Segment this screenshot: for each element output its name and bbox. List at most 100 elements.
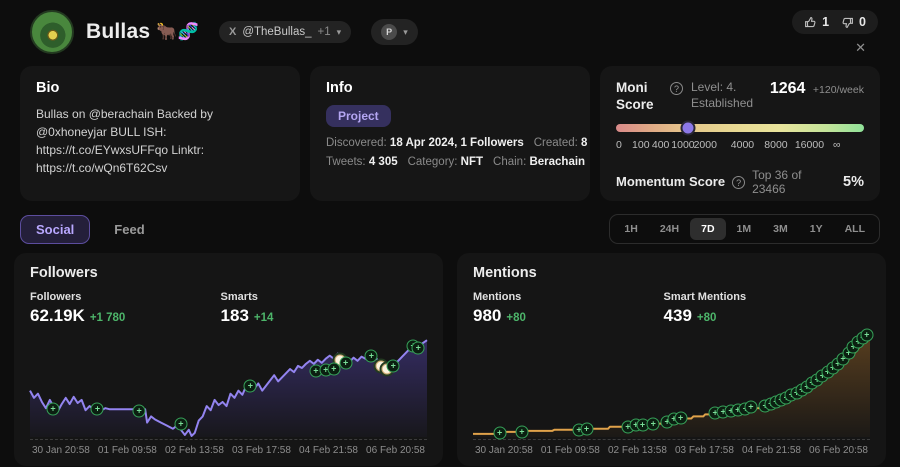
x-tick-label: 02 Feb 13:58 [608,445,667,456]
stat-delta: +1 780 [90,312,126,324]
event-plus-marker[interactable]: + [47,403,60,416]
profile-avatar [30,10,74,54]
charts-row: Followers Followers 62.19K +1 780 Smarts183… [14,253,886,466]
range-button-1h[interactable]: 1H [613,218,648,240]
moni-score-delta: +120/week [813,84,864,96]
downvote-count: 0 [859,15,866,29]
range-button-1y[interactable]: 1Y [799,218,834,240]
thumbs-up-icon [804,16,817,29]
x-tick-label: 30 Jan 20:58 [475,445,533,456]
chart-title: Followers [30,265,427,281]
info-fields: Discovered: 18 Apr 2024, 1 FollowersCrea… [326,137,574,168]
event-plus-marker[interactable]: + [133,405,146,418]
tab-social[interactable]: Social [20,215,90,244]
info-cards-row: Bio Bullas on @berachain Backed by @0xho… [20,66,880,201]
event-plus-marker[interactable]: + [387,359,400,372]
moni-score-scale: 0100400100020004000800016000∞ [616,139,864,152]
range-button-7d[interactable]: 7D [690,218,725,240]
x-tick-label: 03 Feb 17:58 [675,445,734,456]
x-tick-label: 02 Feb 13:58 [165,445,224,456]
chart-title: Mentions [473,265,870,281]
momentum-rank: Top 36 of 23466 [752,168,836,196]
range-button-3m[interactable]: 3M [762,218,799,240]
stat-delta: +80 [697,312,717,324]
scale-tick-label: 0 [616,139,622,151]
info-field: Category: NFT [408,156,483,168]
stat-value: 439 [664,306,692,325]
stat-label: Mentions [473,291,664,303]
momentum-score-title: Momentum Score [616,174,725,189]
x-tick-label: 01 Feb 09:58 [541,445,600,456]
info-row: Tweets: 4 305Category: NFTChain: Beracha… [326,156,574,168]
event-plus-marker[interactable]: + [515,425,528,438]
x-handle-dropdown[interactable]: X @TheBullas_ +1 ▾ [219,21,351,43]
range-button-1m[interactable]: 1M [726,218,763,240]
tabs: Social Feed [20,215,161,244]
info-field: Created: 8 Apr 2024 [534,137,590,149]
x-tick-label: 01 Feb 09:58 [98,445,157,456]
bio-text: Bullas on @berachain Backed by @0xhoneyj… [36,105,284,177]
thumbs-down-icon [841,16,854,29]
info-title: Info [326,80,574,96]
event-plus-marker[interactable]: + [674,412,687,425]
event-plus-marker[interactable]: + [327,363,340,376]
tab-feed[interactable]: Feed [98,215,160,244]
platform-dropdown[interactable]: P ▾ [371,19,418,45]
stat-label: Smart Mentions [664,291,855,303]
upvote-button[interactable]: 1 [804,15,829,29]
x-tick-label: 06 Feb 20:58 [366,445,425,456]
range-button-24h[interactable]: 24H [649,218,690,240]
stat-delta: +80 [506,312,526,324]
event-plus-marker[interactable]: + [647,417,660,430]
event-plus-marker[interactable]: + [860,329,873,342]
event-plus-marker[interactable]: + [339,356,352,369]
event-plus-marker[interactable]: + [493,426,506,439]
chart-card: Followers Followers 62.19K +1 780 Smarts183… [14,253,443,466]
x-logo-icon: X [229,26,236,38]
close-icon[interactable]: ✕ [855,40,866,56]
stat-value: 62.19K [30,306,85,325]
x-tick-label: 06 Feb 20:58 [809,445,868,456]
slider-thumb[interactable] [680,120,695,135]
help-icon[interactable]: ? [670,82,683,95]
range-button-all[interactable]: ALL [834,218,876,240]
page-title: Bullas 🐂🧬 [86,20,199,44]
stat-block: Smarts183+14 [221,291,412,326]
tabs-row: Social Feed 1H24H7D1M3M1YALL [20,214,880,244]
event-plus-marker[interactable]: + [580,422,593,435]
x-handle-extra: +1 [318,26,331,38]
stat-label: Smarts [221,291,412,303]
stat-block: Mentions 980 +80 [473,291,664,326]
event-plus-marker[interactable]: + [744,401,757,414]
stat-block: Followers 62.19K +1 780 [30,291,221,326]
scale-tick-label: ∞ [833,139,841,151]
event-plus-marker[interactable]: + [412,342,425,355]
x-tick-label: 30 Jan 20:58 [32,445,90,456]
profile-name-emoji: 🐂🧬 [156,22,199,42]
x-tick-label: 03 Feb 17:58 [232,445,291,456]
info-field: Chain: Berachain [493,156,585,168]
event-plus-marker[interactable]: + [91,403,104,416]
chart-stats: Mentions 980 +80 Smart Mentions 439 +80 [473,291,870,326]
chart-stats: Followers 62.19K +1 780 Smarts183+14 [30,291,427,326]
chevron-down-icon: ▾ [403,27,408,38]
stat-block: Smart Mentions 439 +80 [664,291,855,326]
event-plus-marker[interactable]: + [244,379,257,392]
chart-card: Mentions Mentions 980 +80 Smart Mentions 439… [457,253,886,466]
stat-value: 980 [473,306,501,325]
stat-label: Followers [30,291,221,303]
project-badge: Project [326,105,391,127]
scale-tick-label: 100 [632,139,650,151]
chart-x-axis: 30 Jan 20:58 01 Feb 09:58 02 Feb 13:58 03 F… [30,439,427,458]
help-icon[interactable]: ? [732,176,745,189]
event-plus-marker[interactable]: + [174,417,187,430]
upvote-count: 1 [822,15,829,29]
moni-score-slider[interactable] [616,124,864,132]
scale-tick-label: 400 [652,139,670,151]
x-tick-label: 04 Feb 21:58 [299,445,358,456]
event-plus-marker[interactable]: + [365,349,378,362]
bio-title: Bio [36,80,284,96]
scale-tick-label: 8000 [764,139,787,151]
momentum-percent: 5% [843,174,864,190]
downvote-button[interactable]: 0 [841,15,866,29]
